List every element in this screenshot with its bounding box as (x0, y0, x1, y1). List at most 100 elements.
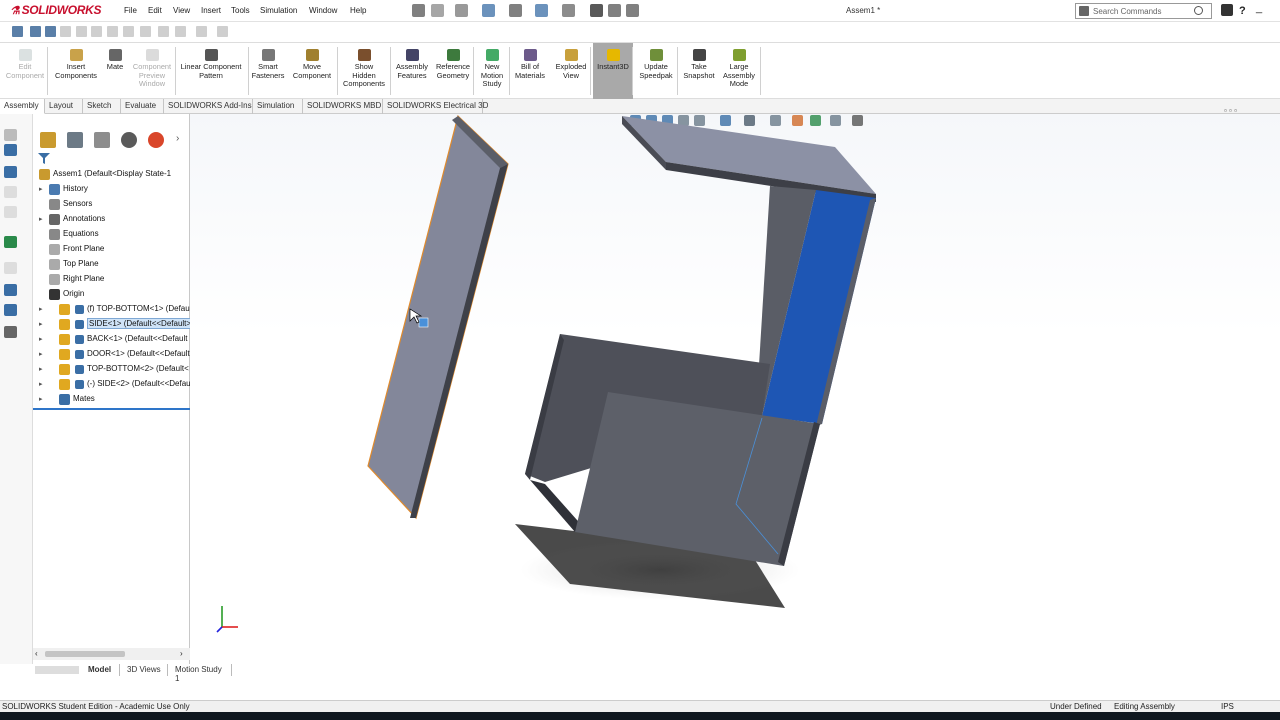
tab-evaluate[interactable]: Evaluate (121, 99, 164, 114)
save-icon[interactable] (482, 4, 495, 17)
bottom-tab-motion-study-1[interactable]: Motion Study 1 (170, 664, 232, 683)
filter-icon[interactable] (38, 153, 50, 164)
spline-icon[interactable] (4, 284, 17, 296)
menu-item-window[interactable]: Window (309, 6, 337, 15)
tree-item-top-bottom-2-default[interactable]: ▸ TOP-BOTTOM<2> (Default< (33, 362, 190, 377)
appearance-icon[interactable] (4, 236, 17, 248)
tree-item-top-plane[interactable]: Top Plane (33, 257, 190, 272)
tree-item-front-plane[interactable]: Front Plane (33, 242, 190, 257)
viewport-restore-icon[interactable]: ▫ ▫ ▫ (1224, 106, 1237, 115)
select-arrow-icon[interactable] (562, 4, 575, 17)
menu-item-simulation[interactable]: Simulation (260, 6, 297, 15)
command-edit-component-button[interactable]: Edit Component (4, 43, 46, 99)
back-1-panel[interactable] (756, 186, 876, 426)
menu-item-insert[interactable]: Insert (201, 6, 221, 15)
bottom-tab-3d-views[interactable]: 3D Views (122, 664, 168, 676)
tab-solidworks-electrical-3d[interactable]: SOLIDWORKS Electrical 3D (383, 99, 488, 114)
tree-item-door-1-default-default[interactable]: ▸ DOOR<1> (Default<<Default (33, 347, 190, 362)
tree-item-sensors[interactable]: Sensors (33, 197, 190, 212)
command-linear-component-pattern-button[interactable]: Linear Component Pattern (176, 43, 246, 99)
open-folder-icon[interactable] (455, 4, 468, 17)
quick-access-icon-1[interactable] (12, 26, 23, 37)
tree-item-f-top-bottom-1-defau[interactable]: ▸ (f) TOP-BOTTOM<1> (Defau (33, 302, 190, 317)
command-smart-fasteners-button[interactable]: Smart Fasteners (250, 43, 286, 99)
tab-simulation[interactable]: Simulation (253, 99, 303, 114)
command-bill-of-materials-button[interactable]: Bill of Materials (512, 43, 548, 99)
quick-access-icon-5[interactable] (76, 26, 87, 37)
dimxpert-icon[interactable] (121, 132, 137, 148)
tree-item-right-plane[interactable]: Right Plane (33, 272, 190, 287)
tab-layout[interactable]: Layout (45, 99, 83, 114)
quick-access-icon-12[interactable] (196, 26, 207, 37)
tab-sketch[interactable]: Sketch (83, 99, 121, 114)
help-question-icon[interactable]: ? (1239, 5, 1246, 17)
expand-toggle-icon[interactable]: ▸ (39, 335, 43, 343)
faded-tool-2-icon[interactable] (4, 206, 17, 218)
expand-toggle-icon[interactable]: ▸ (39, 185, 43, 193)
expand-toggle-icon[interactable]: ▸ (39, 365, 43, 373)
quick-access-icon-11[interactable] (175, 26, 186, 37)
tab-solidworks-mbd[interactable]: SOLIDWORKS MBD (303, 99, 383, 114)
scroll-thumb[interactable] (45, 651, 125, 657)
expand-toggle-icon[interactable]: ▸ (39, 320, 43, 328)
quick-access-icon-7[interactable] (107, 26, 118, 37)
curve-icon[interactable] (4, 262, 17, 274)
menu-item-help[interactable]: Help (350, 6, 366, 15)
new-document-icon[interactable] (431, 4, 444, 17)
search-scope-icon[interactable] (1079, 6, 1089, 16)
expand-toggle-icon[interactable]: ▸ (39, 305, 43, 313)
menu-item-view[interactable]: View (173, 6, 190, 15)
menu-item-file[interactable]: File (124, 6, 137, 15)
tree-item-origin[interactable]: Origin (33, 287, 190, 302)
command-exploded-view-button[interactable]: Exploded View (551, 43, 591, 99)
scroll-right-icon[interactable]: › (180, 649, 183, 658)
expand-toggle-icon[interactable]: ▸ (39, 350, 43, 358)
side-1-face[interactable] (367, 114, 509, 520)
path-icon[interactable] (4, 304, 17, 316)
command-mate-button[interactable]: Mate (104, 43, 126, 99)
tree-item-mates[interactable]: ▸ Mates (33, 392, 190, 407)
quick-access-icon-9[interactable] (140, 26, 151, 37)
minimize-icon[interactable]: _ (1256, 2, 1262, 14)
sketch-icon[interactable] (4, 144, 17, 156)
property-manager-icon[interactable] (67, 132, 83, 148)
status-units[interactable]: IPS (1221, 702, 1234, 711)
top-bottom-1-panel[interactable] (622, 116, 876, 202)
tree-rollback-bar[interactable] (33, 408, 190, 410)
quick-access-icon-2[interactable] (30, 26, 41, 37)
graphics-area[interactable]: ▫ ▫ ▫ (190, 106, 1280, 664)
file-properties-icon[interactable] (608, 4, 621, 17)
quick-access-icon-4[interactable] (60, 26, 71, 37)
help-icon[interactable] (1221, 4, 1233, 16)
bottom-tab-model[interactable]: Model (83, 664, 120, 676)
quick-access-icon-6[interactable] (91, 26, 102, 37)
command-assembly-features-button[interactable]: Assembly Features (393, 43, 431, 99)
command-instant3d-button[interactable]: Instant3D (593, 43, 633, 99)
instant3d-icon[interactable] (4, 326, 17, 338)
scroll-left-icon[interactable]: ‹ (35, 649, 38, 658)
side-1-panel[interactable] (367, 114, 509, 520)
feature-manager-icon[interactable] (40, 132, 56, 148)
tree-item-back-1-default-default[interactable]: ▸ BACK<1> (Default<<Default (33, 332, 190, 347)
search-icon[interactable] (1194, 6, 1203, 15)
quick-access-icon-13[interactable] (217, 26, 228, 37)
part-icon[interactable] (4, 129, 17, 141)
command-insert-components-button[interactable]: Insert Components (50, 43, 102, 99)
tab-solidworks-add-ins[interactable]: SOLIDWORKS Add-Ins (164, 99, 253, 114)
tree-item-history[interactable]: ▸ History (33, 182, 190, 197)
command-large-assembly-mode-button[interactable]: Large Assembly Mode (720, 43, 758, 99)
home-icon[interactable] (412, 4, 425, 17)
print-icon[interactable] (509, 4, 522, 17)
tree-item-annotations[interactable]: ▸ Annotations (33, 212, 190, 227)
tree-item-side-2-default-defau[interactable]: ▸ (-) SIDE<2> (Default<<Defau (33, 377, 190, 392)
menu-item-edit[interactable]: Edit (148, 6, 162, 15)
command-component-preview-window-button[interactable]: Component Preview Window (128, 43, 176, 99)
tab-scroll-arrows-icon[interactable] (35, 666, 79, 674)
configuration-manager-icon[interactable] (94, 132, 110, 148)
command-take-snapshot-button[interactable]: Take Snapshot (680, 43, 718, 99)
assembly-model[interactable] (190, 114, 1280, 664)
command-update-speedpak-button[interactable]: Update Speedpak (636, 43, 676, 99)
chevron-right-icon[interactable]: › (176, 133, 179, 144)
tree-item-side-1-default-default[interactable]: ▸ SIDE<1> (Default<<Default> (33, 317, 190, 332)
faded-tool-1-icon[interactable] (4, 186, 17, 198)
